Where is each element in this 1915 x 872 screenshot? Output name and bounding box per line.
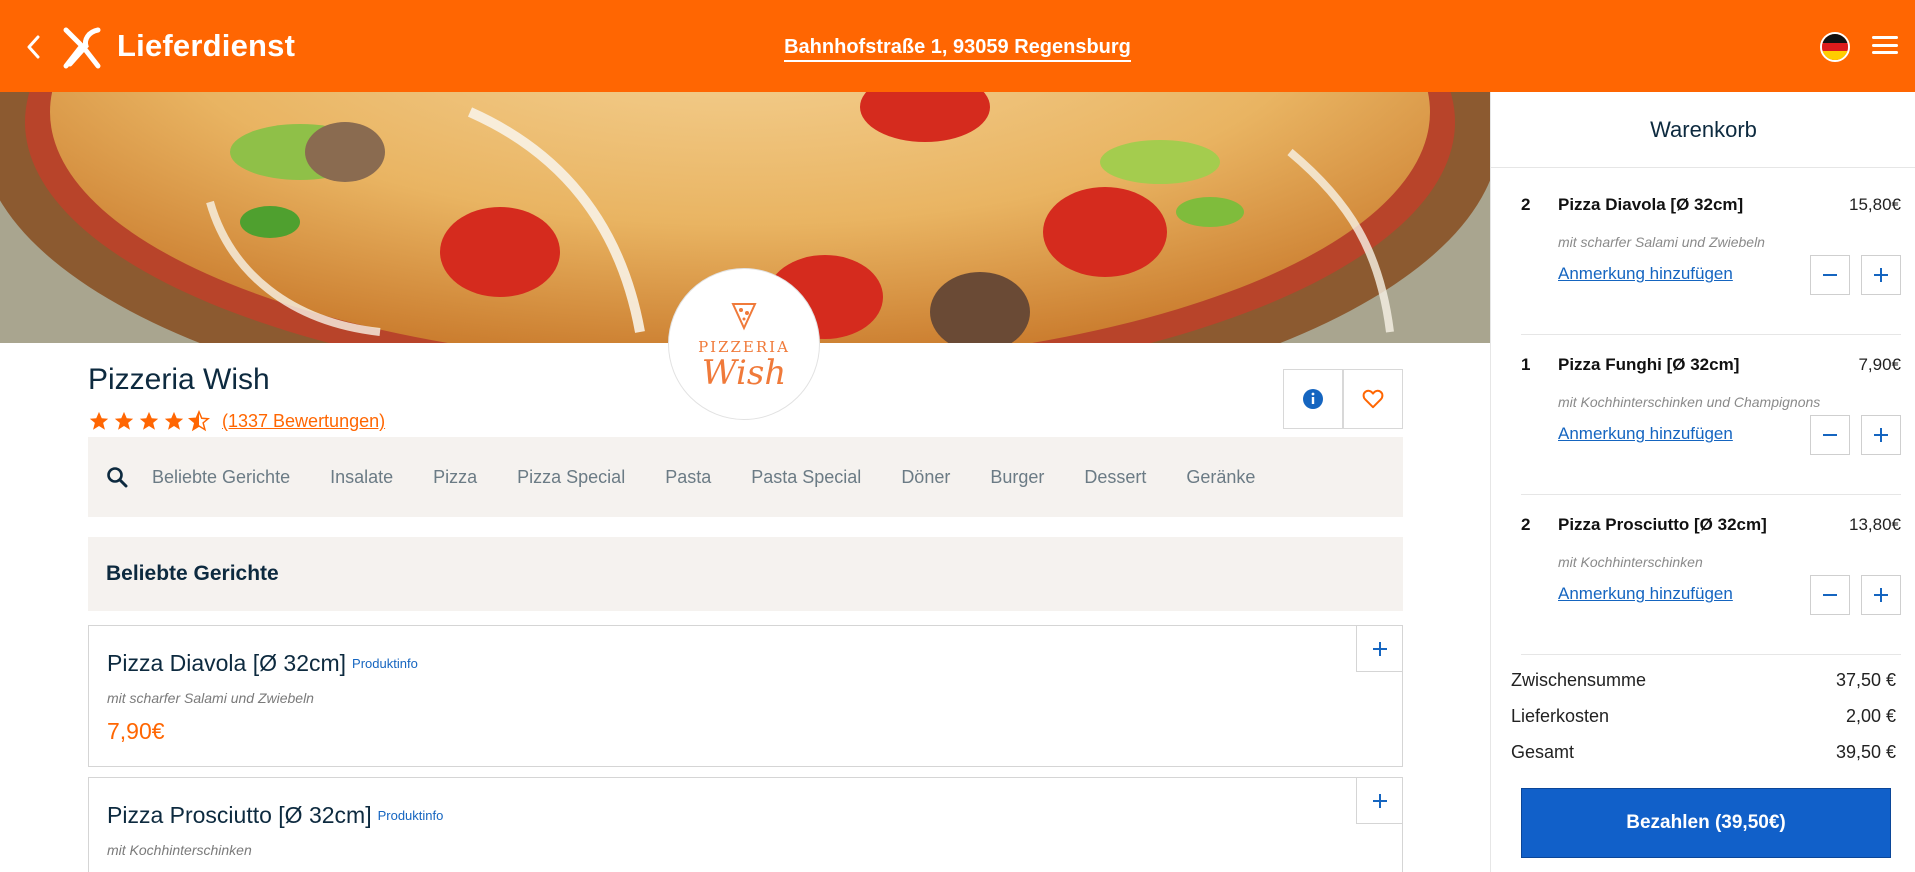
- cart-item-quantity: 1: [1521, 355, 1531, 374]
- star-icon: [114, 411, 134, 430]
- info-icon: [1303, 389, 1323, 409]
- back-button[interactable]: [18, 30, 48, 64]
- rating-stars: [88, 410, 210, 434]
- search-button[interactable]: [106, 465, 146, 489]
- increase-quantity-button[interactable]: [1861, 575, 1901, 615]
- category-doener[interactable]: Döner: [901, 467, 950, 488]
- pizza-slice-icon: [731, 303, 757, 331]
- product-card[interactable]: Pizza Diavola [Ø 32cm] Produktinfo mit sc…: [88, 625, 1403, 767]
- delivery-label: Lieferkosten: [1511, 706, 1610, 726]
- total-label: Gesamt: [1511, 742, 1575, 762]
- subtotal-value: 37,50 €: [1835, 670, 1896, 690]
- cart-item: 2 Pizza Diavola [Ø 32cm] 15,80€ mit scha…: [1521, 175, 1901, 335]
- category-beliebte-gerichte[interactable]: Beliebte Gerichte: [152, 467, 290, 488]
- total-value: 39,50 €: [1835, 742, 1896, 762]
- delivery-row: Lieferkosten 2,00 €: [1511, 706, 1896, 727]
- product-description: mit scharfer Salami und Zwiebeln: [107, 690, 314, 706]
- product-card[interactable]: Pizza Prosciutto [Ø 32cm] Produktinfo mit…: [88, 777, 1403, 872]
- add-to-cart-button[interactable]: [1356, 625, 1403, 672]
- plus-icon: [1372, 641, 1387, 656]
- decrease-quantity-button[interactable]: [1810, 415, 1850, 455]
- category-nav: Beliebte Gerichte Insalate Pizza Pizza S…: [88, 437, 1403, 517]
- cart-item-description: mit Kochhinterschinken und Champignons: [1558, 394, 1821, 410]
- star-half-icon: [188, 410, 210, 432]
- product-name: Pizza Diavola [Ø 32cm]: [107, 650, 347, 676]
- increase-quantity-button[interactable]: [1861, 415, 1901, 455]
- add-note-link[interactable]: Anmerkung hinzufügen: [1558, 584, 1733, 604]
- subtotal-label: Zwischensumme: [1511, 670, 1647, 690]
- cart-title: Warenkorb: [1491, 92, 1915, 168]
- favorite-button[interactable]: [1343, 369, 1403, 429]
- plus-icon: [1874, 428, 1888, 442]
- cart-item-name: Pizza Diavola [Ø 32cm]: [1558, 195, 1744, 214]
- cutlery-icon: [63, 27, 101, 69]
- plus-icon: [1874, 268, 1888, 282]
- delivery-address-link[interactable]: Bahnhofstraße 1, 93059 Regensburg: [784, 36, 1131, 62]
- decrease-quantity-button[interactable]: [1810, 255, 1850, 295]
- section-title: Beliebte Gerichte: [88, 537, 1403, 611]
- restaurant-name: Pizzeria Wish: [88, 363, 270, 396]
- product-info-link[interactable]: Produktinfo: [352, 656, 418, 671]
- star-icon: [139, 411, 159, 430]
- cart-item-price: 7,90€: [1858, 355, 1901, 374]
- delivery-value: 2,00 €: [1845, 706, 1896, 726]
- add-note-link[interactable]: Anmerkung hinzufügen: [1558, 264, 1733, 284]
- minus-icon: [1823, 274, 1837, 276]
- plus-icon: [1874, 588, 1888, 602]
- product-name: Pizza Prosciutto [Ø 32cm]: [107, 802, 372, 828]
- restaurant-logo: PIZZERIA Wish: [668, 268, 820, 420]
- cart-item-price: 15,80€: [1849, 195, 1901, 214]
- chevron-left-icon: [27, 35, 40, 59]
- minus-icon: [1823, 594, 1837, 596]
- star-icon: [164, 411, 184, 430]
- cart-item: 1 Pizza Funghi [Ø 32cm] 7,90€ mit Kochhi…: [1521, 335, 1901, 495]
- decrease-quantity-button[interactable]: [1810, 575, 1850, 615]
- increase-quantity-button[interactable]: [1861, 255, 1901, 295]
- plus-icon: [1372, 793, 1387, 808]
- category-burger[interactable]: Burger: [990, 467, 1044, 488]
- pay-button[interactable]: Bezahlen (39,50€): [1521, 788, 1891, 858]
- cart-item-name: Pizza Prosciutto [Ø 32cm]: [1558, 515, 1767, 534]
- add-note-link[interactable]: Anmerkung hinzufügen: [1558, 424, 1733, 444]
- cart-item-description: mit Kochhinterschinken: [1558, 554, 1703, 570]
- product-description: mit Kochhinterschinken: [107, 842, 252, 858]
- german-flag-icon[interactable]: [1820, 32, 1850, 62]
- heart-icon: [1362, 389, 1384, 409]
- hamburger-menu-icon[interactable]: [1872, 36, 1898, 58]
- search-icon: [107, 467, 128, 488]
- cart-item-price: 13,80€: [1849, 515, 1901, 534]
- cart-panel: Warenkorb 2 Pizza Diavola [Ø 32cm] 15,80…: [1490, 92, 1915, 872]
- top-bar: Lieferdienst Bahnhofstraße 1, 93059 Rege…: [0, 0, 1915, 92]
- logo-text-wish: Wish: [701, 353, 787, 393]
- cart-item: 2 Pizza Prosciutto [Ø 32cm] 13,80€ mit K…: [1521, 495, 1901, 655]
- cart-item-quantity: 2: [1521, 515, 1531, 534]
- cart-item-name: Pizza Funghi [Ø 32cm]: [1558, 355, 1740, 374]
- info-button[interactable]: [1283, 369, 1343, 429]
- category-getraenke[interactable]: Geränke: [1186, 467, 1255, 488]
- product-price: 7,90€: [107, 718, 165, 744]
- category-pizza[interactable]: Pizza: [433, 467, 477, 488]
- cart-item-quantity: 2: [1521, 195, 1531, 214]
- subtotal-row: Zwischensumme 37,50 €: [1511, 670, 1896, 691]
- product-name-wrap: Pizza Prosciutto [Ø 32cm] Produktinfo: [107, 802, 443, 829]
- category-pasta[interactable]: Pasta: [665, 467, 711, 488]
- add-to-cart-button[interactable]: [1356, 777, 1403, 824]
- product-name-wrap: Pizza Diavola [Ø 32cm] Produktinfo: [107, 650, 418, 677]
- brand-name[interactable]: Lieferdienst: [117, 28, 295, 64]
- category-insalate[interactable]: Insalate: [330, 467, 393, 488]
- reviews-link[interactable]: (1337 Bewertungen): [222, 411, 385, 432]
- product-info-link[interactable]: Produktinfo: [378, 808, 444, 823]
- minus-icon: [1823, 434, 1837, 436]
- cart-item-description: mit scharfer Salami und Zwiebeln: [1558, 234, 1765, 250]
- category-pasta-special[interactable]: Pasta Special: [751, 467, 861, 488]
- total-row: Gesamt 39,50 €: [1511, 742, 1896, 763]
- category-pizza-special[interactable]: Pizza Special: [517, 467, 625, 488]
- star-icon: [89, 411, 109, 430]
- category-dessert[interactable]: Dessert: [1084, 467, 1146, 488]
